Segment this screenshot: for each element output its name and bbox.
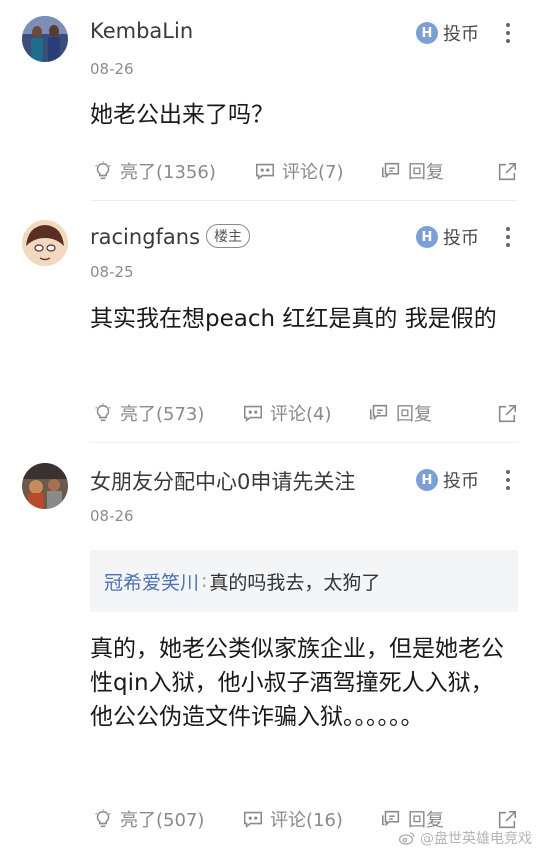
comment-actions: 亮了(1356) 评论(7) 回复 <box>90 158 518 188</box>
comment-button[interactable]: 评论(4) <box>242 400 332 426</box>
like-label: 亮了(1356) <box>120 162 216 183</box>
avatar[interactable] <box>22 220 68 266</box>
coin-button[interactable]: H 投币 <box>416 19 479 47</box>
divider <box>90 200 518 201</box>
comment-date: 08-26 <box>90 60 134 78</box>
comment-icon <box>243 405 263 422</box>
reply-label: 回复 <box>396 404 432 425</box>
share-icon[interactable] <box>496 161 518 183</box>
comment-label: 评论(4) <box>270 404 332 425</box>
lightbulb-icon <box>95 809 111 828</box>
comment-icon <box>243 811 263 828</box>
comment-button[interactable]: 评论(7) <box>254 158 344 184</box>
quoted-text: 真的吗我去，太狗了 <box>209 571 381 594</box>
username[interactable]: 女朋友分配中心0申请先关注 <box>90 466 355 496</box>
comment-label: 评论(7) <box>282 162 344 183</box>
like-label: 亮了(573) <box>120 404 205 425</box>
lightbulb-icon <box>95 161 111 180</box>
comment-text: 她老公出来了吗？ <box>90 102 274 128</box>
reply-label: 回复 <box>408 162 444 183</box>
more-options-icon[interactable] <box>500 468 516 492</box>
username[interactable]: racingfans 楼主 <box>90 224 251 249</box>
coin-label: 投币 <box>443 24 479 45</box>
like-button[interactable]: 亮了(573) <box>92 400 204 426</box>
watermark: @盘世英雄电竞戏 <box>398 828 532 848</box>
username[interactable]: KembaLin <box>90 19 193 43</box>
watermark-text: @盘世英雄电竞戏 <box>420 831 532 847</box>
coin-icon: H <box>416 469 438 491</box>
coin-icon: H <box>416 226 438 248</box>
reply-icon <box>381 810 400 827</box>
comment-text: 其实我在想peach 红红是真的 我是假的 <box>90 306 497 332</box>
comment-actions: 亮了(573) 评论(4) 回复 <box>90 400 518 430</box>
avatar[interactable] <box>22 16 68 62</box>
avatar[interactable] <box>22 463 68 509</box>
comment-date: 08-26 <box>90 507 134 525</box>
share-icon[interactable] <box>496 403 518 425</box>
comment-date: 08-25 <box>90 263 134 281</box>
comment-text: 真的，她老公类似家族企业，但是她老公性qin入狱，他小叔子酒驾撞死人入狱，他公公… <box>90 636 504 730</box>
quoted-username[interactable]: 冠希爱笑川 <box>104 568 199 595</box>
like-button[interactable]: 亮了(1356) <box>92 158 216 184</box>
divider <box>90 442 518 443</box>
like-label: 亮了(507) <box>120 810 205 831</box>
comment-label: 评论(16) <box>270 810 343 831</box>
like-button[interactable]: 亮了(507) <box>92 806 204 832</box>
coin-icon: H <box>416 22 438 44</box>
coin-button[interactable]: H 投币 <box>416 223 479 251</box>
coin-button[interactable]: H 投币 <box>416 466 479 494</box>
more-options-icon[interactable] <box>500 225 516 249</box>
comment-icon <box>255 163 275 180</box>
reply-icon <box>369 404 388 421</box>
quote-separator: : <box>201 570 208 592</box>
quoted-comment[interactable]: 冠希爱笑川 : 真的吗我去，太狗了 <box>90 550 518 612</box>
reply-icon <box>381 162 400 179</box>
reply-button[interactable]: 回复 <box>368 400 432 426</box>
comment-button[interactable]: 评论(16) <box>242 806 343 832</box>
more-options-icon[interactable] <box>500 21 516 45</box>
weibo-icon <box>398 832 415 845</box>
coin-label: 投币 <box>443 471 479 492</box>
username-text: racingfans <box>90 225 201 249</box>
lightbulb-icon <box>95 403 111 422</box>
owner-badge: 楼主 <box>206 224 251 248</box>
coin-label: 投币 <box>443 228 479 249</box>
reply-button[interactable]: 回复 <box>380 158 444 184</box>
